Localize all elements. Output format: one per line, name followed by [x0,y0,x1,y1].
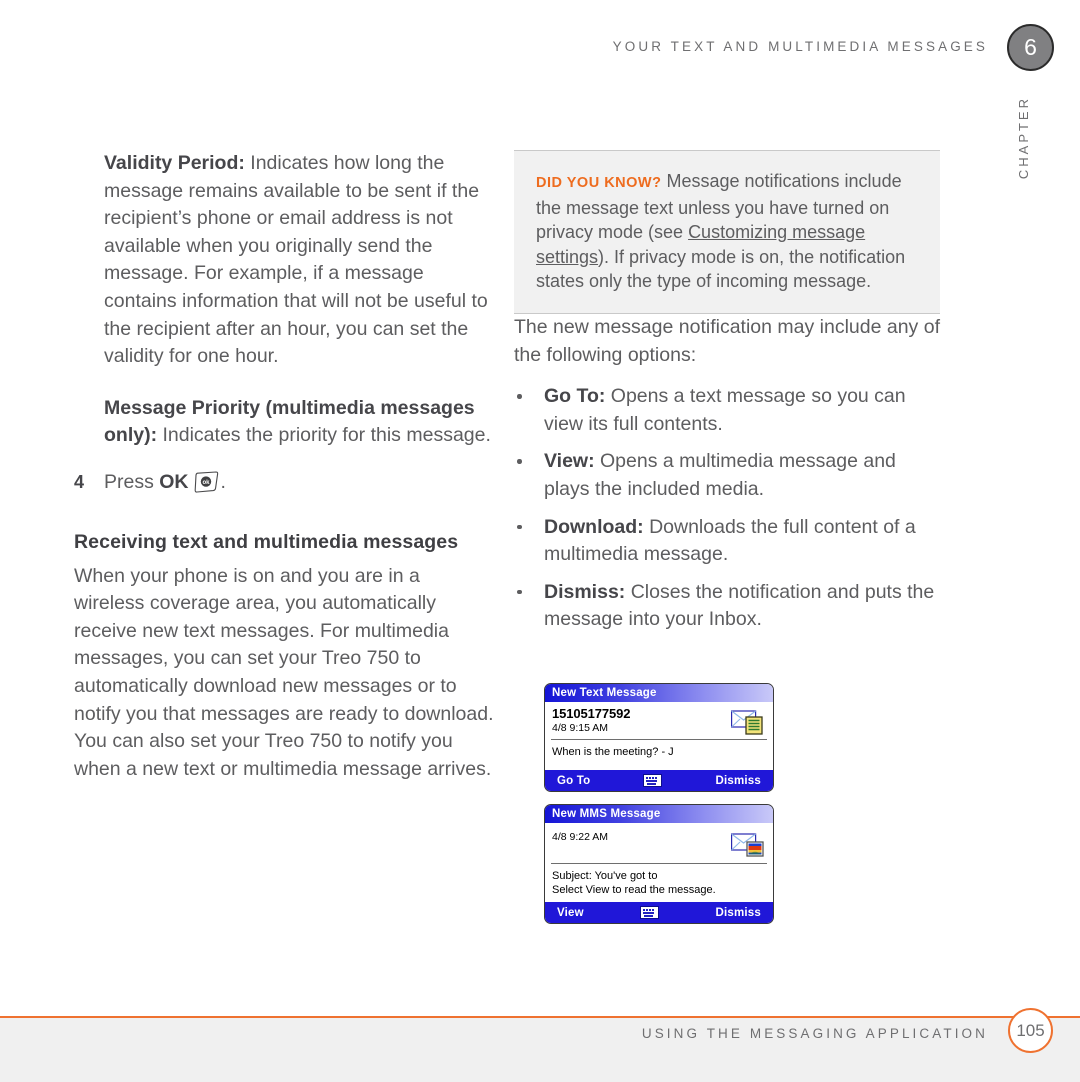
list-item: Dismiss: Closes the notification and put… [514,579,940,634]
screenshot-new-mms-message: New MMS Message 4/8 9:22 AM Subject: You… [544,804,774,924]
callout-text: DID YOU KNOW? Message notifications incl… [536,169,918,294]
subheading-receiving-messages: Receiving text and multimedia messages [74,530,459,553]
ok-key-icon: ok [192,471,220,502]
step-number: 4 [74,471,85,492]
screenshot-body: 15105177592 4/8 9:15 AM When is the meet… [545,702,773,770]
bullet-term: Dismiss: [544,580,626,603]
screenshot-body: 4/8 9:22 AM Subject: You've got to Selec… [545,823,773,902]
step-text-after: . [220,470,226,493]
svg-text:ok: ok [202,480,210,486]
message-preview-text: Subject: You've got to Select View to re… [552,870,716,896]
bullet-term: View: [544,450,595,473]
keyboard-icon[interactable] [640,906,660,919]
paragraph-receiving-messages: When your phone is on and you are in a w… [74,564,494,780]
left-column: Validity Period: Indicates how long the … [74,150,494,783]
screenshot-softkey-bar: View Dismiss [545,902,773,923]
softkey-dismiss[interactable]: Dismiss [715,907,761,919]
envelope-text-icon [731,710,765,736]
bullet-dot-icon [517,524,522,530]
bullet-text: Opens a multimedia message and plays the… [544,450,896,500]
chapter-label: CHAPTER [1016,96,1031,180]
screenshot-title-bar: New Text Message [545,684,773,702]
page-number-badge: 105 [1008,1008,1053,1053]
callout-label: DID YOU KNOW? [536,175,662,191]
paragraph-message-priority: Message Priority (multimedia messages on… [74,395,494,450]
softkey-view[interactable]: View [557,907,584,919]
bullet-dot-icon [517,589,522,595]
screenshot-header: 4/8 9:22 AM [545,823,773,863]
bullet-dot-icon [517,459,522,464]
paragraph-message-priority-text: Indicates the priority for this message. [157,424,491,447]
list-item: View: Opens a multimedia message and pla… [514,448,940,503]
paragraph-validity-period: Validity Period: Indicates how long the … [74,150,494,371]
paragraph-validity-period-text: Indicates how long the message remains a… [104,152,488,368]
term-validity-period: Validity Period: [104,152,245,174]
step-4: 4 Press OK ok . [74,469,494,502]
header-title: YOUR TEXT AND MULTIMEDIA MESSAGES [612,39,988,54]
envelope-mms-icon [731,833,765,859]
list-item: Download: Downloads the full content of … [514,514,940,569]
phone-screenshots: New Text Message 15105177592 4/8 9:15 AM [544,683,774,936]
message-preview-text: When is the meeting? - J [552,746,674,758]
chapter-number-badge: 6 [1007,24,1054,71]
step-key-label: OK [159,470,189,493]
bullet-term: Go To: [544,385,606,408]
keyboard-icon[interactable] [643,774,663,787]
bullet-term: Download: [544,515,644,538]
paragraph-notification-intro: The new message notification may include… [514,315,940,366]
softkey-go-to[interactable]: Go To [557,775,590,787]
page-header: YOUR TEXT AND MULTIMEDIA MESSAGES [0,36,1080,66]
step-text-before: Press [104,470,160,493]
screenshot-header: 15105177592 4/8 9:15 AM [545,702,773,739]
screenshot-title-bar: New MMS Message [545,805,773,823]
did-you-know-callout: DID YOU KNOW? Message notifications incl… [514,150,940,314]
footer-title: USING THE MESSAGING APPLICATION [641,1026,988,1041]
right-column: DID YOU KNOW? Message notifications incl… [514,150,940,644]
screenshot-softkey-bar: Go To Dismiss [545,770,773,791]
bullet-dot-icon [517,394,522,399]
list-item: Go To: Opens a text message so you can v… [514,383,940,438]
notification-options-list: Go To: Opens a text message so you can v… [514,383,940,634]
screenshot-new-text-message: New Text Message 15105177592 4/8 9:15 AM [544,683,774,792]
softkey-dismiss[interactable]: Dismiss [715,775,761,787]
